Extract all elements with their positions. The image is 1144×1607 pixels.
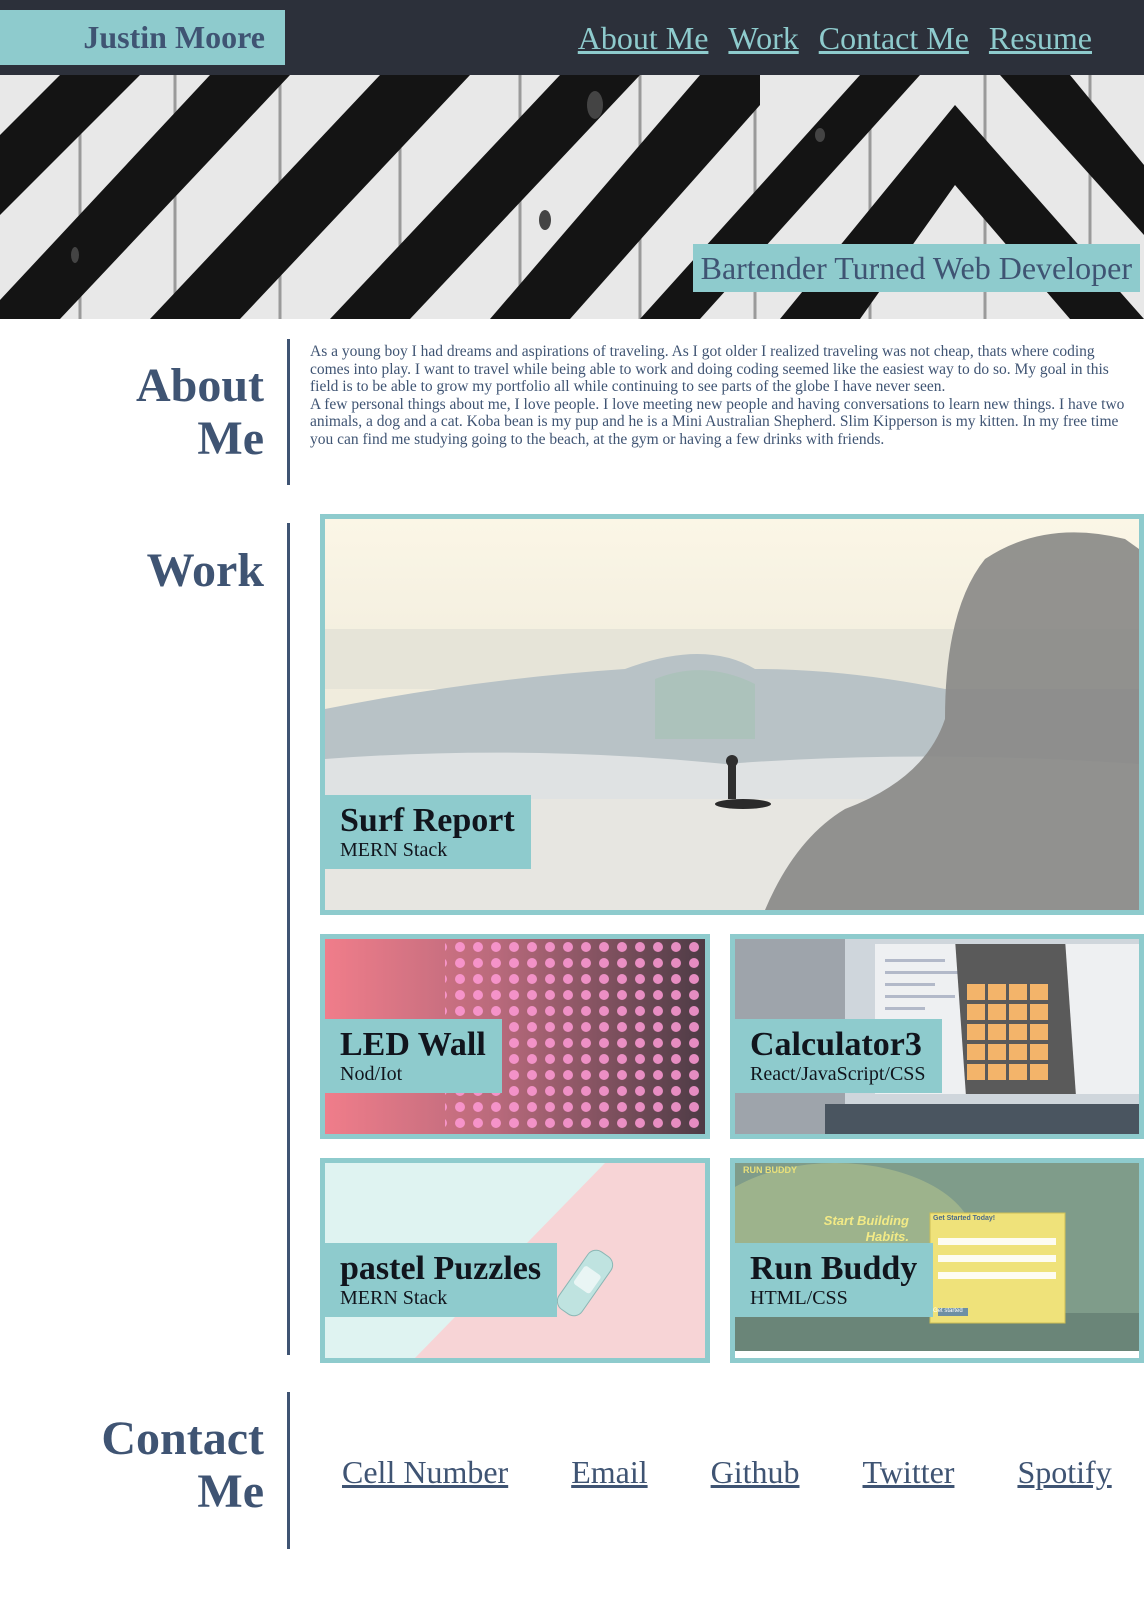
nav-link-contact-me[interactable]: Contact Me: [819, 18, 969, 58]
about-divider: [287, 339, 290, 485]
work-divider: [287, 523, 290, 1355]
project-card-surf-report[interactable]: Surf Report MERN Stack: [320, 514, 1144, 915]
contact-link-email[interactable]: Email: [571, 1452, 647, 1492]
project-title: pastel Puzzles: [340, 1250, 542, 1287]
run-buddy-form-button: Get started: [933, 1308, 963, 1314]
project-subtitle: Nod/Iot: [340, 1063, 403, 1085]
about-line: A few personal things about me, I love p…: [310, 395, 1125, 413]
contact-link-twitter[interactable]: Twitter: [863, 1452, 955, 1492]
project-subtitle: HTML/CSS: [750, 1287, 848, 1309]
work-section-title: Work: [146, 544, 264, 597]
about-line: field is to be able to grow my portfolio…: [310, 378, 946, 395]
hero-banner: Bartender Turned Web Developer: [0, 75, 1144, 319]
about-line: comes into play. I want to travel while …: [310, 360, 1109, 378]
about-line: As a young boy I had dreams and aspirati…: [310, 343, 1095, 360]
contact-divider: [287, 1392, 290, 1549]
project-card-calculator3[interactable]: Calculator3 React/JavaScript/CSS: [730, 934, 1144, 1139]
project-card-run-buddy[interactable]: RUN BUDDY Start Building Habits. Get Sta…: [730, 1158, 1144, 1363]
project-card-led-wall[interactable]: LED Wall Nod/Iot: [320, 934, 710, 1139]
main-nav: About Me Work Contact Me Resume: [578, 18, 1092, 58]
brand-name[interactable]: Justin Moore: [0, 10, 285, 65]
project-label: LED Wall Nod/Iot: [325, 1019, 502, 1093]
run-buddy-headline-line1: Start Building: [823, 1213, 909, 1228]
project-title: LED Wall: [340, 1026, 486, 1063]
run-buddy-form-title: Get Started Today!: [933, 1215, 996, 1222]
contact-title-line2: Me: [197, 1465, 264, 1518]
nav-link-work[interactable]: Work: [728, 18, 798, 58]
about-section-title: About Me: [136, 359, 264, 465]
run-buddy-brand: RUN BUDDY: [743, 1165, 797, 1175]
contact-links: Cell Number Email Github Twitter Spotify: [342, 1452, 1112, 1492]
contact-link-github[interactable]: Github: [711, 1452, 800, 1492]
project-subtitle: MERN Stack: [340, 1287, 448, 1309]
contact-link-spotify[interactable]: Spotify: [1017, 1452, 1111, 1492]
project-subtitle: React/JavaScript/CSS: [750, 1063, 926, 1085]
nav-link-resume[interactable]: Resume: [989, 18, 1092, 58]
project-title: Surf Report: [340, 802, 515, 839]
contact-title-line1: Contact: [101, 1412, 264, 1465]
project-label: Surf Report MERN Stack: [325, 795, 531, 869]
project-label: Run Buddy HTML/CSS: [735, 1243, 934, 1317]
about-text: As a young boy I had dreams and aspirati…: [310, 343, 1144, 448]
project-title: Run Buddy: [750, 1250, 918, 1287]
nav-link-about-me[interactable]: About Me: [578, 18, 709, 58]
project-title: Calculator3: [750, 1026, 922, 1063]
about-title-line1: About: [135, 359, 264, 412]
run-buddy-headline: Start Building Habits.: [809, 1213, 909, 1245]
contact-link-cell-number[interactable]: Cell Number: [342, 1452, 508, 1492]
project-card-pastel-puzzles[interactable]: pastel Puzzles MERN Stack: [320, 1158, 710, 1363]
site-header: Justin Moore About Me Work Contact Me Re…: [0, 0, 1144, 75]
project-label: Calculator3 React/JavaScript/CSS: [735, 1019, 942, 1093]
project-subtitle: MERN Stack: [340, 839, 448, 861]
about-line: animals, a dog and a cat. Koba bean is m…: [310, 413, 1119, 430]
project-label: pastel Puzzles MERN Stack: [325, 1243, 558, 1317]
about-line: you can find me studying going to the be…: [310, 430, 885, 448]
contact-section-title: Contact Me: [101, 1412, 264, 1518]
hero-tagline: Bartender Turned Web Developer: [692, 244, 1140, 292]
about-title-line2: Me: [197, 412, 264, 465]
